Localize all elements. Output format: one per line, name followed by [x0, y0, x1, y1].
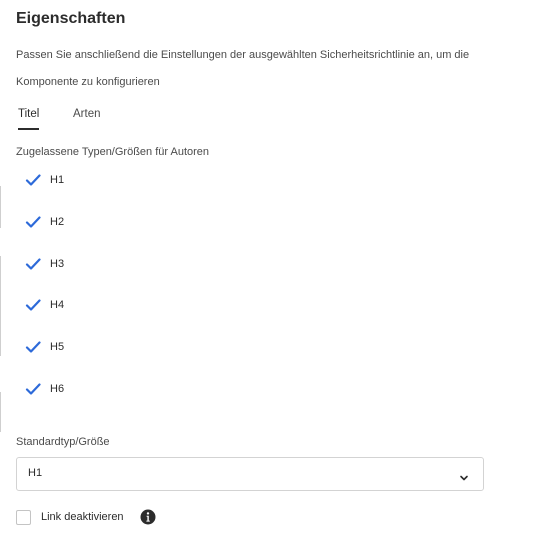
panel-edge [0, 256, 1, 356]
checkbox-h5[interactable]: H5 [25, 338, 64, 356]
checkbox-label: H1 [50, 174, 65, 186]
panel-edge [0, 392, 1, 432]
tab-arten[interactable]: Arten [73, 104, 101, 130]
panel-edge [0, 186, 1, 228]
checkbox-h4[interactable]: H4 [25, 296, 64, 314]
checkbox-h2[interactable]: H2 [25, 213, 64, 231]
properties-panel: Eigenschaften Passen Sie anschließend di… [0, 0, 549, 542]
chevron-down-icon [459, 470, 469, 481]
link-disable-checkbox[interactable] [16, 509, 31, 525]
checkbox-label: H6 [50, 383, 65, 395]
checkbox-label: H3 [50, 258, 65, 270]
checkbox-h1[interactable]: H1 [25, 171, 64, 189]
info-icon[interactable] [140, 509, 156, 525]
default-type-select[interactable]: H1 [16, 457, 484, 491]
tab-bar: Titel Arten [16, 104, 216, 132]
checkmark-icon [25, 339, 41, 355]
checkbox-label: H4 [50, 299, 65, 311]
link-disable-label: Link deaktivieren [41, 511, 124, 523]
panel-title: Eigenschaften [16, 10, 126, 27]
checkbox-h6[interactable]: H6 [25, 380, 64, 398]
default-type-label: Standardtyp/Größe [16, 436, 110, 448]
checkbox-label: H5 [50, 341, 65, 353]
tab-titel[interactable]: Titel [18, 104, 40, 130]
checkmark-icon [25, 297, 41, 313]
link-disable-row: Link deaktivieren [16, 508, 156, 526]
checkmark-icon [25, 256, 41, 272]
panel-description: Passen Sie anschließend die Einstellunge… [16, 49, 470, 88]
checkmark-icon [25, 381, 41, 397]
allowed-types-label: Zugelassene Typen/Größen für Autoren [16, 146, 210, 158]
checkbox-h3[interactable]: H3 [25, 255, 64, 273]
select-value: H1 [28, 467, 43, 479]
checkmark-icon [25, 214, 41, 230]
checkbox-label: H2 [50, 216, 65, 228]
checkmark-icon [25, 172, 41, 188]
